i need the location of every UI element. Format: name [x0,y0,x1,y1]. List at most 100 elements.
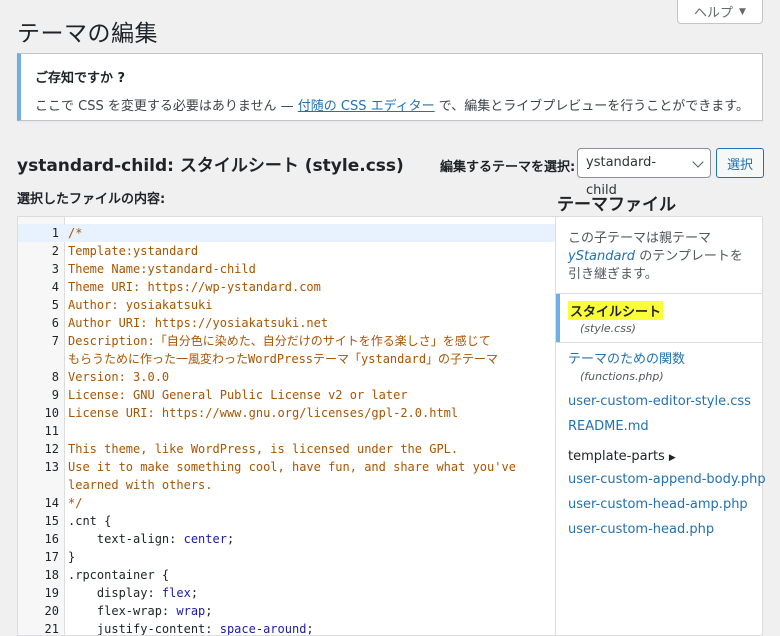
parent-theme-name: yStandard [568,249,636,264]
css-property: justify-content: [68,622,220,636]
line-code: .cnt { [68,514,112,528]
line-number: 6 [51,316,59,330]
code-line[interactable]: 4 Theme URI: https://wp-ystandard.com [18,278,555,296]
code-line[interactable]: 13 Use it to make something cool, have fu… [18,458,555,476]
file-heading-name: スタイルシート (style.css) [173,156,404,176]
chevron-down-icon: ▼ [739,6,746,17]
css-property: text-align: [68,532,184,546]
line-code: /* [68,226,83,240]
line-code: .rpcontainer { [68,568,170,582]
css-property: display: [68,586,162,600]
line-number: 19 [44,586,59,600]
code-line[interactable]: learned with others. [18,476,555,494]
css-semicolon: ; [306,622,314,636]
css-semicolon: ; [190,586,199,600]
line-number: 18 [44,568,59,582]
css-value: space-around [219,622,307,636]
line-number: 1 [51,226,59,240]
line-code: License URI: https://www.gnu.org/license… [68,406,459,420]
code-line[interactable]: 17} [18,548,555,566]
code-line[interactable]: 2 Template:ystandard [18,242,555,260]
notice-text-before: ここで CSS を変更する必要はありません — [35,99,298,114]
code-line[interactable]: 20 flex-wrap: wrap; [18,602,555,620]
code-line[interactable]: 14 */ [18,494,555,512]
code-line[interactable]: 6 Author URI: https://yosiakatsuki.net [18,314,555,332]
code-line[interactable]: 8 Version: 3.0.0 [18,368,555,386]
file-link-functions[interactable]: テーマのための関数 [568,348,685,367]
code-line[interactable]: 18 .rpcontainer { [18,566,555,584]
line-number: 8 [51,370,59,384]
content-label: 選択したファイルの内容: [17,192,166,207]
file-heading: ystandard-child: スタイルシート (style.css) [17,151,404,176]
notice-text: ここで CSS を変更する必要はありません — 付随の CSS エディター で、… [35,95,749,114]
folder-template-parts[interactable]: template-parts ▶ [568,449,676,464]
code-line[interactable]: 10 License URI: https://www.gnu.org/licen… [18,404,555,422]
line-code: learned with others. [68,478,213,492]
line-number: 3 [51,262,59,276]
code-line[interactable]: 21 justify-content: space-around; [18,620,555,636]
select-theme-button[interactable]: 選択 [716,148,764,178]
line-number: 9 [51,388,59,402]
line-number: 21 [44,622,59,636]
line-code: Description:「自分色に染めた、自分だけのサイトを作る楽しさ」を感じて [68,334,491,348]
line-code: Version: 3.0.0 [68,370,170,384]
line-code: Use it to make something cool, have fun,… [68,460,516,474]
line-code: justify-content: space-around; [68,620,314,636]
notice-title: ご存知ですか ? [35,71,126,86]
line-number: 10 [44,406,59,420]
code-line[interactable]: 1 /* [18,224,555,242]
file-heading-theme: ystandard-child: [17,156,174,176]
line-code: Theme URI: https://wp-ystandard.com [68,280,321,294]
line-code: License: GNU General Public License v2 o… [68,388,408,402]
theme-files-description: この子テーマは親テーマ yStandard のテンプレートを引き継ぎます。 [568,230,754,284]
code-line[interactable]: 11 [18,422,555,440]
css-semicolon: ; [226,532,235,546]
css-value: wrap [176,604,206,618]
line-code: */ [68,496,83,510]
code-line[interactable]: もらうために作った一風変わったWordPressテーマ「ystandard」の子… [18,350,555,368]
code-line[interactable]: 12 This theme, like WordPress, is license… [18,440,555,458]
line-number: 13 [44,460,59,474]
code-lines[interactable]: 1 /* 2 Template:ystandard 3 Theme Name:ystand… [18,224,555,636]
chevron-down-icon [692,156,704,168]
code-line[interactable]: 7 Description:「自分色に染めた、自分だけのサイトを作る楽しさ」を感じ… [18,332,555,350]
line-code: Template:ystandard [68,244,199,258]
code-line[interactable]: 19 display: flex; [18,584,555,602]
file-link-readme[interactable]: README.md [568,419,649,434]
line-number: 2 [51,244,59,258]
code-line[interactable]: 3 Theme Name:ystandard-child [18,260,555,278]
code-editor[interactable]: 1 /* 2 Template:ystandard 3 Theme Name:ystand… [17,216,556,636]
code-line[interactable]: 5 Author: yosiakatsuki [18,296,555,314]
file-link-append-body[interactable]: user-custom-append-body.php [568,472,766,487]
file-functions-filename: (functions.php) [580,370,664,383]
theme-files-sidebar: この子テーマは親テーマ yStandard のテンプレートを引き継ぎます。 スタ… [556,216,766,636]
theme-select[interactable]: ystandard-child [577,148,711,198]
current-file-name: スタイルシート [568,301,664,320]
line-number: 7 [51,334,59,348]
file-link-head-amp[interactable]: user-custom-head-amp.php [568,497,748,512]
css-value: center [183,532,227,546]
line-code: Author URI: https://yosiakatsuki.net [68,316,329,330]
line-number: 11 [44,424,59,438]
line-code: display: flex; [68,584,198,602]
current-file-item[interactable]: スタイルシート (style.css) [556,294,762,342]
info-notice: ご存知ですか ? ここで CSS を変更する必要はありません — 付随の CSS… [17,53,763,121]
line-number: 17 [44,550,59,564]
code-line[interactable]: 16 text-align: center; [18,530,555,548]
line-number: 12 [44,442,59,456]
line-number: 4 [51,280,59,294]
custom-css-link[interactable]: 付随の CSS エディター [298,99,435,114]
code-line[interactable]: 9 License: GNU General Public License v2 … [18,386,555,404]
css-semicolon: ; [205,604,213,618]
help-button[interactable]: ヘルプ ▼ [677,0,763,24]
file-link-head[interactable]: user-custom-head.php [568,522,714,537]
folder-label: template-parts [568,449,665,464]
current-file-filename: (style.css) [580,322,636,335]
css-property: flex-wrap: [68,604,177,618]
line-number: 20 [44,604,59,618]
file-link-editor-style[interactable]: user-custom-editor-style.css [568,394,751,409]
code-line[interactable]: 15 .cnt { [18,512,555,530]
desc-before: この子テーマは親テーマ [568,231,712,246]
line-code: もらうために作った一風変わったWordPressテーマ「ystandard」の子… [68,352,499,366]
theme-select-label: 編集するテーマを選択: [440,160,576,175]
